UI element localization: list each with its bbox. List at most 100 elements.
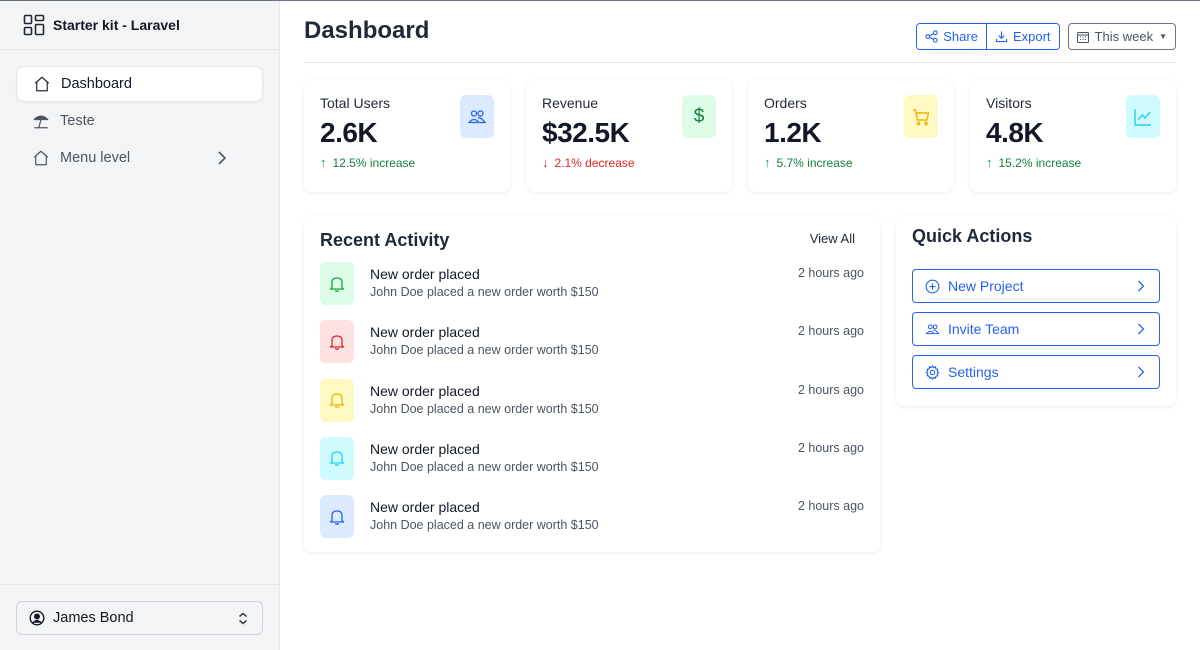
download-icon <box>995 31 1008 43</box>
grid-icon <box>23 14 45 36</box>
bell-icon <box>320 436 354 480</box>
brand[interactable]: Starter kit - Laravel <box>0 1 279 50</box>
button-label: New Project <box>948 278 1024 294</box>
activity-time: 2 hours ago <box>797 440 864 455</box>
calendar-icon <box>1076 31 1089 43</box>
user-circle-icon <box>29 610 45 626</box>
stat-change: ↑ 12.5% increase <box>320 155 494 170</box>
activity-title: New order placed <box>370 499 480 516</box>
card-title: Recent Activity <box>320 230 450 250</box>
sidebar-item-teste[interactable]: Teste <box>16 103 263 139</box>
activity-text: New order placed John Doe placed a new or… <box>370 320 599 378</box>
activity-text: New order placed John Doe placed a new or… <box>370 495 599 553</box>
stat-change: ↑ 15.2% increase <box>986 155 1160 170</box>
home-icon <box>34 76 50 92</box>
activity-list: New order placed John Doe placed a new or… <box>320 262 864 553</box>
dollar-icon: $ <box>682 95 716 138</box>
activity-description: John Doe placed a new order worth $150 <box>370 285 599 299</box>
recent-activity-card: Recent Activity View All New order place… <box>304 216 880 552</box>
activity-text: New order placed John Doe placed a new or… <box>370 379 599 437</box>
plus-circle-icon <box>925 279 940 293</box>
cart-icon <box>904 95 938 138</box>
sidebar-nav: Dashboard Teste Menu level <box>0 50 279 176</box>
activity-item[interactable]: New order placed John Doe placed a new or… <box>320 378 864 437</box>
stat-card-visitors: Visitors 4.8K ↑ 15.2% increase <box>970 80 1176 192</box>
export-button[interactable]: Export <box>985 24 1059 49</box>
sidebar-item-label: Dashboard <box>61 76 132 92</box>
chevron-up-down-icon <box>239 612 247 625</box>
activity-item[interactable]: New order placed John Doe placed a new or… <box>320 436 864 495</box>
activity-title: New order placed <box>370 266 480 282</box>
stat-change-text: 12.5% increase <box>332 155 416 170</box>
quick-actions-card: Quick Actions New Project Invite Team Se… <box>896 216 1176 406</box>
header-actions: Share Export This week ▼ <box>916 23 1176 50</box>
home-icon <box>33 150 49 166</box>
share-button[interactable]: Share <box>917 24 986 49</box>
sidebar: Starter kit - Laravel Dashboard Teste Me… <box>0 1 280 650</box>
user-footer: James Bond <box>0 584 279 650</box>
activity-time: 2 hours ago <box>797 266 864 280</box>
stats-row: Total Users 2.6K ↑ 12.5% increase Revenu… <box>304 80 1176 192</box>
stat-card-orders: Orders 1.2K ↑ 5.7% increase <box>748 80 954 192</box>
chevron-right-icon <box>1138 323 1145 335</box>
stat-change-text: 2.1% decrease <box>554 155 635 170</box>
gear-icon <box>925 364 940 380</box>
period-label: This week <box>1094 29 1154 44</box>
activity-title: New order placed <box>370 440 480 457</box>
caret-down-icon: ▼ <box>1159 32 1167 41</box>
activity-item[interactable]: New order placed John Doe placed a new or… <box>320 320 864 378</box>
activity-title: New order placed <box>370 382 480 399</box>
page-title: Dashboard <box>304 17 430 44</box>
card-title: Quick Actions <box>912 226 1033 246</box>
activity-description: John Doe placed a new order worth $150 <box>370 401 599 416</box>
settings-button[interactable]: Settings <box>912 355 1160 389</box>
share-label: Share <box>943 29 978 44</box>
user-name: James Bond <box>53 610 134 626</box>
sidebar-item-label: Menu level <box>60 150 131 166</box>
sidebar-item-dashboard[interactable]: Dashboard <box>16 66 263 102</box>
activity-item[interactable]: New order placed John Doe placed a new or… <box>320 262 864 320</box>
activity-text: New order placed John Doe placed a new or… <box>370 262 599 320</box>
view-all-link[interactable]: View All <box>810 231 855 246</box>
arrow-down-icon: ↓ <box>542 155 549 170</box>
users-icon <box>460 95 494 138</box>
button-label: Settings <box>948 364 999 380</box>
new-project-button[interactable]: New Project <box>912 269 1160 303</box>
arrow-up-icon: ↑ <box>320 155 327 170</box>
stat-change: ↑ 5.7% increase <box>764 155 938 170</box>
activity-time: 2 hours ago <box>797 324 864 339</box>
share-icon <box>925 30 938 43</box>
activity-item[interactable]: New order placed John Doe placed a new or… <box>320 495 864 553</box>
bell-icon <box>320 262 354 305</box>
stat-card-revenue: Revenue $32.5K ↓ 2.1% decrease $ <box>526 80 732 192</box>
quick-actions-list: New Project Invite Team Settings <box>912 269 1160 389</box>
stat-change: ↓ 2.1% decrease <box>542 155 716 170</box>
content-row: Recent Activity View All New order place… <box>304 216 1176 552</box>
chevron-right-icon <box>218 151 227 165</box>
period-dropdown[interactable]: This week ▼ <box>1067 23 1176 50</box>
stat-change-text: 5.7% increase <box>776 155 853 170</box>
sidebar-item-menu-level[interactable]: Menu level <box>16 140 263 176</box>
user-menu-button[interactable]: James Bond <box>16 601 263 635</box>
share-export-group: Share Export <box>916 23 1060 50</box>
chart-line-icon <box>1126 95 1160 138</box>
chevron-right-icon <box>1138 280 1145 292</box>
chevron-right-icon <box>1138 366 1145 378</box>
stat-change-text: 15.2% increase <box>998 155 1082 170</box>
bell-icon <box>320 320 354 364</box>
page-header: Dashboard Share Export This week ▼ <box>304 17 1176 63</box>
export-label: Export <box>1012 29 1051 44</box>
brand-title: Starter kit - Laravel <box>53 17 180 33</box>
arrow-up-icon: ↑ <box>764 155 771 170</box>
sidebar-item-label: Teste <box>60 113 95 129</box>
button-label: Invite Team <box>948 321 1020 337</box>
activity-description: John Doe placed a new order worth $150 <box>370 518 599 533</box>
bell-icon <box>320 378 354 422</box>
activity-description: John Doe placed a new order worth $150 <box>370 343 599 358</box>
activity-text: New order placed John Doe placed a new or… <box>370 437 599 495</box>
bell-icon <box>320 495 354 539</box>
activity-time: 2 hours ago <box>797 499 864 514</box>
activity-time: 2 hours ago <box>797 382 864 397</box>
main-content: Dashboard Share Export This week ▼ Total… <box>280 1 1200 650</box>
invite-team-button[interactable]: Invite Team <box>912 312 1160 346</box>
